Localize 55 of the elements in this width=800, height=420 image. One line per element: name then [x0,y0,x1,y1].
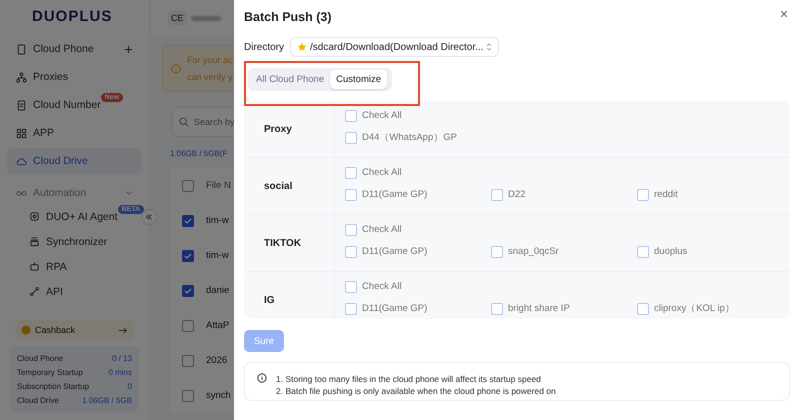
file-name: AttaP [206,320,230,331]
directory-label: Directory [244,42,284,52]
cashback-label: Cashback [35,325,76,335]
nav-item[interactable]: Cloud Drive [7,148,142,174]
phone-checkbox[interactable]: cliproxy（KOL ip） [637,302,735,315]
phone-checkbox[interactable]: bright share IP [491,302,570,315]
storage-usage: 1.06GB / 5GB(F [170,149,228,158]
phone-checkbox[interactable]: D11(Game GP) [345,245,428,258]
file-name: tim-w [206,250,229,261]
phone-checkbox[interactable]: snap_0qcSr [491,245,559,258]
stat-value: 0 / 13 [112,354,132,362]
nav-item[interactable]: RPA [7,254,142,279]
group-name: social [263,180,294,194]
phone-checkbox[interactable]: D11(Game GP) [345,302,428,315]
account-name: CE [168,11,187,25]
stat-label: Subscription Startup [17,382,90,390]
group-name: IG [263,294,276,308]
stat-label: Temporary Startup [17,368,83,376]
note-text: 1. Storing too many files in the cloud phone will affect its startup speed [276,373,542,385]
stat-value: 0 mins [108,368,132,376]
phone-checkbox[interactable]: D22 [491,188,526,201]
note-text: 2. Batch file pushing is only available when the cloud phone is powered on [276,385,556,397]
check-all-checkbox[interactable]: Check All [345,280,402,293]
file-name: danie [206,285,230,296]
phone-checkbox[interactable]: duoplus [637,245,688,258]
dialog-title: Batch Push (3) [244,10,332,24]
notice-text: For your ac [187,54,233,67]
cashback-banner[interactable]: Cashback [15,320,134,340]
column-header: File N [206,180,231,191]
file-name: synch [206,390,231,401]
check-all-checkbox[interactable]: Check All [345,166,402,179]
check-all-checkbox[interactable]: Check All [345,223,402,236]
nav-item[interactable]: APP [7,120,142,146]
tab[interactable]: Customize [330,70,388,89]
group-name: Proxy [263,122,293,136]
tab[interactable]: All Cloud Phone [250,70,330,89]
notice-text: can verify y [187,70,233,84]
group-name: TIKTOK [263,236,302,250]
check-all-checkbox[interactable]: Check All [345,109,402,122]
phone-checkbox[interactable]: reddit [637,188,678,201]
directory-select[interactable]: /sdcard/Download(Download Director... [290,37,500,57]
stat-label: Cloud Drive [17,396,59,404]
file-name: 2026 [206,355,228,366]
nav-item[interactable]: Synchronizer [7,229,142,254]
nav-item[interactable]: API [7,279,142,304]
stat-label: Cloud Phone [17,354,64,362]
automation-section[interactable]: Automation [7,182,142,204]
stat-value: 1.06GB / 5GB [82,396,132,404]
logo: DUOPLUS [31,8,114,27]
phone-checkbox[interactable]: D44（WhatsApp）GP [345,131,457,144]
nav-item[interactable]: Proxies [7,64,142,90]
stat-value: 0 [128,382,132,390]
nav-item[interactable]: Cloud Phone [7,36,142,62]
file-name: tim-w [206,215,229,226]
phone-checkbox[interactable]: D11(Game GP) [345,188,428,201]
